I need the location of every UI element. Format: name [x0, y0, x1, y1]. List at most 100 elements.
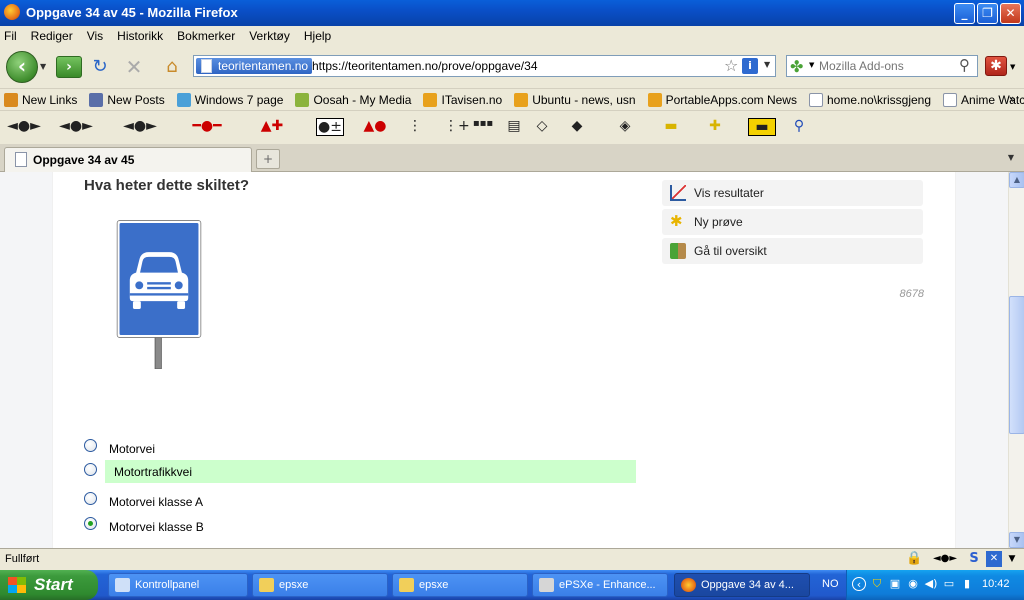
- go-to-overview-link[interactable]: Gå til oversikt: [662, 238, 923, 264]
- network-icon[interactable]: ▣: [888, 577, 902, 591]
- grid-icon[interactable]: ▪▪▪: [472, 118, 494, 136]
- back-button[interactable]: ‹: [6, 51, 38, 83]
- scroll-up-icon[interactable]: ▲: [1009, 172, 1024, 188]
- close-button[interactable]: ✕: [1000, 3, 1021, 24]
- extension-icon[interactable]: ✕: [986, 551, 1002, 567]
- answer-radio[interactable]: [84, 492, 97, 505]
- road-icon[interactable]: ◆: [566, 118, 588, 136]
- vertical-scrollbar[interactable]: ▲ ▼: [1008, 172, 1024, 548]
- answer-option[interactable]: Motorvei klasse A: [84, 489, 636, 511]
- bookmark-home-no[interactable]: home.no\krissgjeng: [808, 92, 931, 107]
- taskbar-item-epsxe-enhanced[interactable]: ePSXe - Enhance...: [532, 573, 668, 597]
- site-identity-button[interactable]: teoritentamen.no: [196, 58, 313, 74]
- answer-radio[interactable]: [84, 439, 97, 452]
- info-icon[interactable]: i: [742, 58, 758, 74]
- tab-current[interactable]: Oppgave 34 av 45: [4, 147, 252, 172]
- car-sign-icon[interactable]: ◄●►: [6, 118, 42, 136]
- clock: 10:42: [982, 578, 1010, 590]
- bookmark-portableapps[interactable]: PortableApps.com News: [647, 92, 797, 107]
- bookmark-itavisen[interactable]: ITavisen.no: [423, 92, 502, 107]
- answer-option[interactable]: Motorvei: [84, 436, 636, 458]
- scrollbar-thumb[interactable]: [1009, 296, 1024, 434]
- scroll-down-icon[interactable]: ▼: [1009, 532, 1024, 548]
- answer-label[interactable]: Motorvei klasse A: [109, 495, 203, 509]
- menu-fil[interactable]: Fil: [4, 29, 17, 43]
- bookmark-oosah[interactable]: Oosah - My Media: [295, 92, 411, 107]
- answer-radio[interactable]: [84, 463, 97, 476]
- marker-icon[interactable]: ▬: [662, 118, 680, 136]
- answer-label[interactable]: Motorvei: [109, 442, 155, 456]
- menu-bokmerker[interactable]: Bokmerker: [177, 29, 235, 43]
- search-bar[interactable]: ✤ ▼ ⚲: [786, 55, 978, 77]
- volume-icon[interactable]: ◀): [924, 577, 938, 591]
- maximize-button[interactable]: ❐: [977, 3, 998, 24]
- display-icon[interactable]: ▭: [942, 577, 956, 591]
- extension-status-icon[interactable]: ◄●►: [928, 551, 962, 567]
- forward-button[interactable]: ›: [56, 56, 82, 78]
- menu-hjelp[interactable]: Hjelp: [304, 29, 331, 43]
- road-icon[interactable]: ◈: [614, 118, 636, 136]
- status-bar: Fullført: [0, 548, 1024, 570]
- language-indicator[interactable]: NO: [822, 578, 839, 590]
- search-input[interactable]: [819, 59, 959, 73]
- new-test-link[interactable]: ✱ Ny prøve: [662, 209, 923, 235]
- taskbar-item-firefox[interactable]: Oppgave 34 av 4...: [674, 573, 810, 597]
- bookmark-new-links[interactable]: New Links: [4, 92, 77, 107]
- car-sign-icon[interactable]: ◄●►: [56, 118, 96, 136]
- no-entry-sign-icon[interactable]: ━●━: [186, 118, 228, 136]
- gate-icon[interactable]: ▤: [506, 118, 522, 136]
- engine-dropdown-icon[interactable]: ▼: [809, 61, 814, 69]
- signal-icon[interactable]: ⋮+: [444, 118, 470, 136]
- bookmark-new-posts[interactable]: New Posts: [89, 92, 165, 107]
- road-icon[interactable]: ◇: [532, 118, 552, 136]
- status-dropdown-icon[interactable]: ▼: [1004, 551, 1020, 567]
- answer-label[interactable]: Motorvei klasse B: [109, 520, 204, 534]
- lock-icon[interactable]: 🔒: [906, 551, 922, 567]
- skype-icon[interactable]: S: [966, 551, 982, 567]
- address-bar[interactable]: teoritentamen.no https://teoritentamen.n…: [193, 55, 776, 77]
- answer-option-correct[interactable]: Motortrafikkvei: [84, 460, 636, 483]
- speed-sign-icon[interactable]: ●±: [316, 118, 344, 136]
- stop-icon[interactable]: ✕: [124, 57, 144, 77]
- plus-marker-icon[interactable]: ✚: [706, 118, 724, 136]
- history-dropdown-icon[interactable]: ▼: [40, 62, 46, 71]
- menu-rediger[interactable]: Rediger: [31, 29, 73, 43]
- warning-sign-icon[interactable]: ▲●: [360, 118, 390, 136]
- answer-label[interactable]: Motortrafikkvei: [114, 465, 192, 479]
- home-icon[interactable]: ⌂: [162, 57, 182, 77]
- power-icon[interactable]: ▮: [960, 577, 974, 591]
- bookmark-windows-7[interactable]: Windows 7 page: [176, 92, 283, 107]
- bluetooth-icon[interactable]: ◉: [906, 577, 920, 591]
- view-results-link[interactable]: Vis resultater: [662, 180, 923, 206]
- url-dropdown-icon[interactable]: ▼: [764, 60, 770, 69]
- taskbar-item-kontrollpanel[interactable]: Kontrollpanel: [108, 573, 248, 597]
- menu-historikk[interactable]: Historikk: [117, 29, 163, 43]
- minimize-button[interactable]: _: [954, 3, 975, 24]
- signal-icon[interactable]: ⋮: [408, 118, 422, 136]
- bookmarks-overflow-icon[interactable]: »: [1009, 92, 1016, 106]
- url-text[interactable]: https://teoritentamen.no/prove/oppgave/3…: [312, 59, 538, 73]
- bookmark-ubuntu[interactable]: Ubuntu - news, usn: [514, 92, 636, 107]
- shield-icon[interactable]: ⛉: [870, 577, 884, 591]
- taskbar-item-epsxe[interactable]: epsxe: [392, 573, 528, 597]
- warning-sign-icon[interactable]: ▲✚: [254, 118, 290, 136]
- panel-sign-icon[interactable]: ▬: [748, 118, 776, 136]
- taskbar-item-epsxe[interactable]: epsxe: [252, 573, 388, 597]
- new-tab-button[interactable]: +: [256, 149, 280, 169]
- start-button[interactable]: Start: [0, 570, 98, 600]
- bookmark-star-icon[interactable]: ☆: [724, 56, 738, 75]
- search-icon[interactable]: ⚲: [790, 118, 808, 136]
- search-icon[interactable]: ⚲: [959, 56, 970, 74]
- menu-verktoy[interactable]: Verktøy: [249, 29, 290, 43]
- tab-list-dropdown-icon[interactable]: ▼: [1004, 151, 1018, 165]
- addon-toolbar-button[interactable]: ✱: [985, 56, 1007, 76]
- reload-icon[interactable]: ↻: [90, 57, 110, 77]
- menu-vis[interactable]: Vis: [87, 29, 103, 43]
- new-test-label: Ny prøve: [694, 215, 743, 229]
- show-hidden-icons-icon[interactable]: ‹: [852, 577, 866, 591]
- answer-radio-checked[interactable]: [84, 517, 97, 530]
- car-sign-icon[interactable]: ◄●►: [120, 118, 160, 136]
- answer-option-selected[interactable]: Motorvei klasse B: [84, 514, 636, 536]
- addons-engine-icon[interactable]: ✤: [790, 57, 803, 76]
- addon-dropdown-icon[interactable]: ▼: [1010, 63, 1015, 71]
